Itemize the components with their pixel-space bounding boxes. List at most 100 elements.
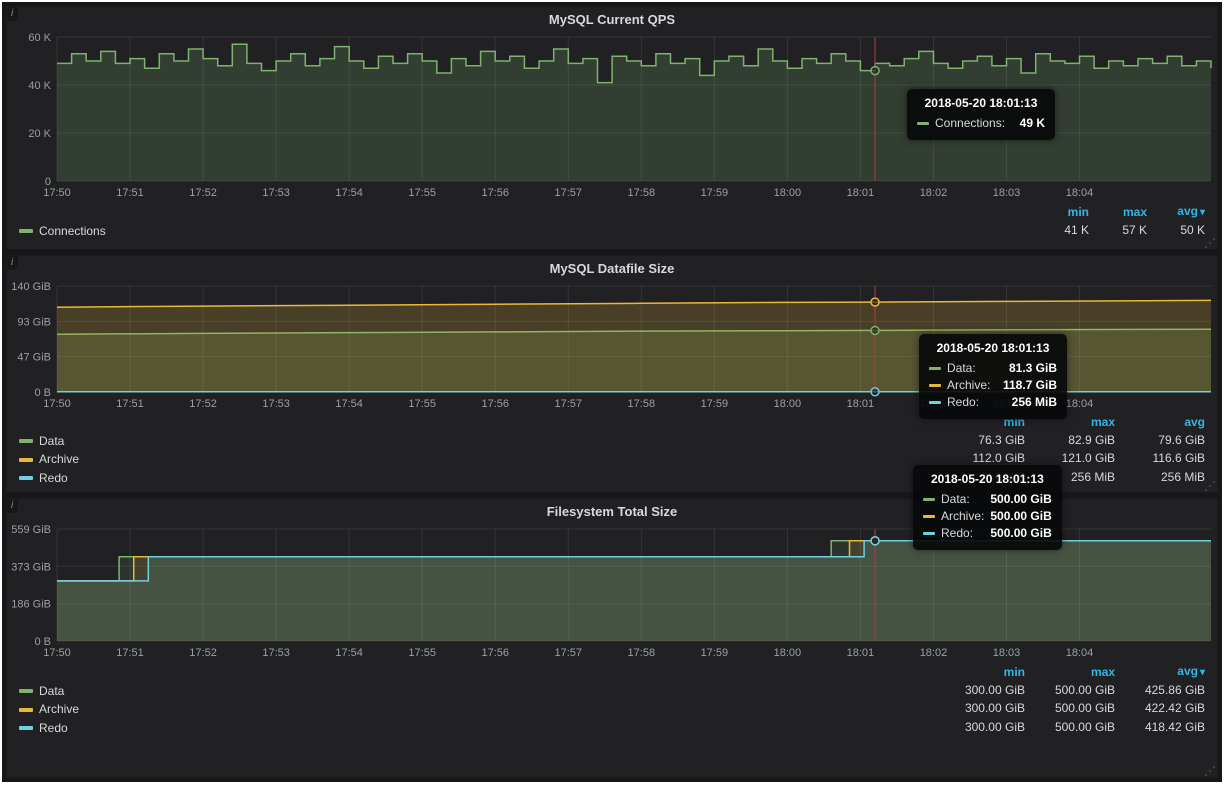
legend-header-spacer (15, 663, 939, 681)
legend-min-value: 300.00 GiB (939, 700, 1029, 719)
legend-header-avg[interactable]: avg▾ (1119, 663, 1209, 681)
series-swatch (19, 689, 33, 693)
legend-series-label: Data (39, 434, 64, 449)
x-tick-label: 17:58 (628, 187, 656, 199)
legend-header-avg[interactable]: avg▾ (1151, 203, 1209, 221)
legend-series-label: Redo (39, 721, 68, 736)
tooltip-timestamp: 2018-05-20 18:01:13 (923, 472, 1052, 486)
x-tick-label: 17:55 (408, 187, 436, 199)
x-tick-label: 17:57 (555, 187, 583, 199)
panel-title[interactable]: MySQL Datafile Size (7, 256, 1217, 282)
y-tick-label: 373 GiB (11, 561, 51, 573)
panel-resize-handle[interactable]: ⋰ (1204, 480, 1216, 492)
legend-row: Connections 41 K 57 K 50 K (15, 221, 1209, 240)
legend-header-spacer (15, 203, 1035, 221)
x-tick-label: 17:52 (189, 187, 217, 199)
legend-series-label: Archive (39, 702, 79, 717)
x-tick-label: 17:54 (335, 187, 363, 199)
legend-row: Archive 300.00 GiB 500.00 GiB 422.42 GiB (15, 700, 1209, 719)
legend-row: Data 300.00 GiB 500.00 GiB 425.86 GiB (15, 681, 1209, 700)
legend: min max avg▾ Connections 41 K 57 K 50 K (7, 201, 1217, 240)
y-tick-label: 47 GiB (17, 351, 51, 363)
tooltip-row: Redo: 256 MiB (929, 394, 1057, 411)
x-tick-label: 18:00 (774, 398, 802, 410)
x-tick-label: 18:04 (1066, 187, 1094, 199)
tooltip-timestamp: 2018-05-20 18:01:13 (929, 341, 1057, 355)
panel-info-icon[interactable]: i (7, 499, 18, 513)
x-tick-label: 18:04 (1066, 647, 1094, 659)
tooltip-row: Data: 81.3 GiB (929, 360, 1057, 377)
tooltip-series-label: Data: (947, 360, 976, 377)
x-tick-label: 17:56 (481, 187, 509, 199)
tooltip-series-label: Data: (941, 491, 970, 508)
legend-series-label: Connections (39, 224, 106, 239)
chart-tooltip: 2018-05-20 18:01:13 Data: 81.3 GiB Archi… (919, 334, 1067, 419)
x-tick-label: 17:59 (701, 398, 729, 410)
x-tick-label: 17:53 (262, 398, 290, 410)
panel-title[interactable]: MySQL Current QPS (7, 7, 1217, 33)
series-swatch (923, 515, 935, 518)
legend-header-avg-label: avg (1177, 664, 1198, 678)
series-swatch (19, 439, 33, 443)
legend-header-avg[interactable]: avg (1119, 414, 1209, 431)
x-tick-label: 17:57 (555, 647, 583, 659)
legend-header-max[interactable]: max (1029, 663, 1119, 681)
legend-avg-value: 256 MiB (1119, 468, 1209, 487)
x-tick-label: 17:56 (481, 647, 509, 659)
tooltip-series-value: 49 K (1020, 115, 1045, 132)
legend-max-value: 57 K (1093, 221, 1151, 240)
x-tick-label: 18:03 (993, 647, 1021, 659)
legend-series-archive[interactable]: Archive (19, 702, 79, 717)
panel-info-icon[interactable]: i (7, 256, 18, 270)
legend-series-data[interactable]: Data (19, 684, 64, 699)
x-tick-label: 18:03 (993, 187, 1021, 199)
panel-info-icon[interactable]: i (7, 7, 18, 21)
panel-resize-handle[interactable]: ⋰ (1204, 237, 1216, 249)
x-tick-label: 17:54 (335, 647, 363, 659)
legend-series-redo[interactable]: Redo (19, 721, 68, 736)
series-swatch (917, 122, 929, 125)
legend-header-min[interactable]: min (939, 663, 1029, 681)
tooltip-series-value: 256 MiB (1012, 394, 1057, 411)
legend-series-label: Data (39, 684, 64, 699)
y-tick-label: 0 B (34, 636, 51, 648)
legend-header-max[interactable]: max (1093, 203, 1151, 221)
tooltip-series-value: 81.3 GiB (1009, 360, 1057, 377)
hover-point-archive (871, 298, 879, 306)
legend-header-min[interactable]: min (1035, 203, 1093, 221)
x-tick-label: 17:51 (116, 398, 144, 410)
legend-series-data[interactable]: Data (19, 434, 64, 449)
legend-series-label: Redo (39, 471, 68, 486)
series-swatch (923, 498, 935, 501)
hover-point-data (871, 326, 879, 334)
x-tick-label: 18:00 (774, 647, 802, 659)
tooltip-series-value: 500.00 GiB (990, 491, 1051, 508)
series-swatch (19, 229, 33, 233)
panel-resize-handle[interactable]: ⋰ (1204, 765, 1216, 777)
legend-series-redo[interactable]: Redo (19, 471, 68, 486)
legend-avg-value: 79.6 GiB (1119, 431, 1209, 450)
sort-caret-icon: ▾ (1200, 207, 1205, 218)
legend-avg-value: 116.6 GiB (1119, 450, 1209, 469)
legend-series-connections[interactable]: Connections (19, 224, 106, 239)
x-tick-label: 17:57 (555, 398, 583, 410)
x-tick-label: 17:51 (116, 647, 144, 659)
grafana-dashboard: i MySQL Current QPS 17:5017:5117:5217:53… (2, 2, 1222, 782)
y-tick-label: 40 K (28, 80, 51, 92)
x-tick-label: 17:54 (335, 398, 363, 410)
x-tick-label: 18:04 (1066, 398, 1094, 410)
legend-row: Redo 300.00 GiB 500.00 GiB 418.42 GiB (15, 718, 1209, 737)
tooltip-series-value: 118.7 GiB (1003, 377, 1057, 394)
legend-header-avg-label: avg (1177, 204, 1198, 218)
legend-max-value: 82.9 GiB (1029, 431, 1119, 450)
legend-min-value: 76.3 GiB (939, 431, 1029, 450)
legend-header-spacer (15, 414, 939, 431)
x-tick-label: 18:01 (847, 398, 875, 410)
legend-max-value: 500.00 GiB (1029, 700, 1119, 719)
y-tick-label: 0 B (34, 387, 51, 399)
legend-series-archive[interactable]: Archive (19, 452, 79, 467)
series-swatch (19, 726, 33, 730)
panel-mysql-datafile-size: i MySQL Datafile Size 17:5017:5117:5217:… (6, 255, 1218, 493)
legend: min max avg▾ Data 300.00 GiB 500.00 GiB … (7, 661, 1217, 737)
x-tick-label: 17:55 (408, 647, 436, 659)
